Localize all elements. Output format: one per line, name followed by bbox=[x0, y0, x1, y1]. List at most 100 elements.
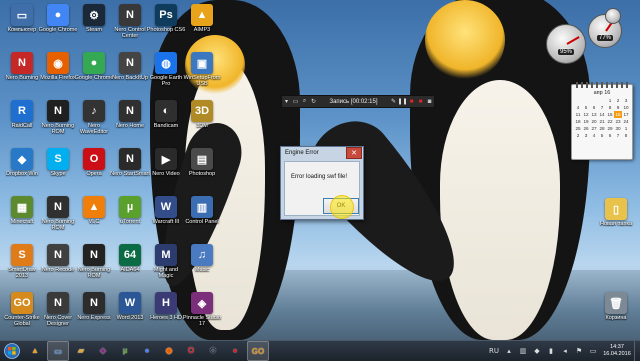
desktop-icon[interactable]: N Nero Burning ROM bbox=[38, 194, 78, 238]
desktop-icon[interactable]: ▲ VLC bbox=[74, 194, 114, 238]
taskbar-app-button[interactable]: ⚙ bbox=[203, 341, 223, 359]
desktop-icon[interactable]: ● Google Chrome bbox=[74, 50, 114, 94]
calendar-day[interactable]: 12 bbox=[582, 111, 590, 118]
calendar-day[interactable]: 17 bbox=[622, 111, 630, 118]
tray-network-icon[interactable]: ▥ bbox=[518, 346, 528, 356]
desktop-icon[interactable]: S SmartDraw 2013 bbox=[2, 242, 42, 286]
taskbar-app-button[interactable]: ◈ bbox=[93, 341, 113, 359]
desktop-icon[interactable]: ▥ Control Panel bbox=[182, 194, 222, 238]
recorder-search-icon[interactable]: ⌕ bbox=[300, 97, 309, 106]
tray-shield-icon[interactable]: ◆ bbox=[532, 346, 542, 356]
recorder-pause-icon[interactable]: ❚❚ bbox=[397, 97, 407, 106]
desktop-icon[interactable]: Ps Photoshop CS6 bbox=[146, 2, 186, 46]
calendar-day[interactable]: 27 bbox=[590, 125, 598, 132]
taskbar-app-button[interactable]: µ bbox=[115, 341, 135, 359]
calendar-day[interactable]: 29 bbox=[606, 125, 614, 132]
calendar-day[interactable]: 26 bbox=[582, 125, 590, 132]
desktop-icon[interactable]: N Nero Control Center bbox=[110, 2, 150, 46]
desktop-icon[interactable]: W Word 2013 bbox=[110, 290, 150, 334]
dialog-titlebar[interactable]: Engine Error ✕ bbox=[281, 147, 363, 159]
calendar-day[interactable]: 18 bbox=[574, 118, 582, 125]
calendar-day[interactable]: 25 bbox=[574, 125, 582, 132]
taskbar-app-button[interactable]: ◉ bbox=[159, 341, 179, 359]
language-indicator[interactable]: RU bbox=[488, 346, 500, 356]
desktop-icon[interactable]: R RaidCall bbox=[2, 98, 42, 142]
calendar-day[interactable]: 19 bbox=[582, 118, 590, 125]
desktop-icon[interactable]: ♫ Music bbox=[182, 242, 222, 286]
start-button[interactable] bbox=[0, 341, 24, 361]
show-desktop-button[interactable] bbox=[634, 341, 640, 361]
desktop-icon[interactable]: GOCounter-Strike Global Offensive bbox=[2, 290, 42, 334]
desktop-icon[interactable]: N Nero Burning ROM bbox=[38, 98, 78, 142]
calendar-day[interactable]: 3 bbox=[582, 132, 590, 139]
calendar-day[interactable]: 14 bbox=[598, 111, 606, 118]
calendar-day[interactable] bbox=[590, 97, 598, 104]
calendar-day[interactable]: 11 bbox=[574, 111, 582, 118]
calendar-day[interactable]: 4 bbox=[590, 132, 598, 139]
dialog-close-button[interactable]: ✕ bbox=[346, 147, 362, 159]
tray-volume-icon[interactable]: ◂ bbox=[560, 346, 570, 356]
recorder-window-icon[interactable]: ▭ bbox=[291, 97, 300, 106]
folder-desktop-icon[interactable]: ▯ Новая папка bbox=[596, 196, 636, 240]
desktop-icon[interactable]: W Warcraft III bbox=[146, 194, 186, 238]
calendar-day[interactable]: 7 bbox=[614, 132, 622, 139]
desktop-icon[interactable]: 3D 3DM bbox=[182, 98, 222, 142]
taskbar-app-button[interactable]: O bbox=[181, 341, 201, 359]
desktop-icon[interactable]: ◉ Mozilla Firefox bbox=[38, 50, 78, 94]
desktop-icon[interactable]: S Skype bbox=[38, 146, 78, 190]
desktop-icon[interactable]: ▭ Компьютер bbox=[2, 2, 42, 46]
tray-arrow-icon[interactable]: ▴ bbox=[504, 346, 514, 356]
desktop-icon[interactable]: 64 AIDA64 bbox=[110, 242, 150, 286]
desktop-icon[interactable]: N Nero Home bbox=[110, 98, 150, 142]
calendar-day[interactable]: 1 bbox=[622, 125, 630, 132]
taskbar-app-button[interactable]: GO bbox=[247, 341, 269, 361]
calendar-day[interactable]: 16 bbox=[614, 111, 622, 118]
recorder-record-icon[interactable]: ■ bbox=[416, 97, 425, 106]
desktop-icon[interactable]: ◈ Pinnacle Studio 17 bbox=[182, 290, 222, 334]
calendar-day[interactable]: 4 bbox=[574, 104, 582, 111]
desktop-icon[interactable]: ◍ Google Earth Pro bbox=[146, 50, 186, 94]
calendar-day[interactable]: 5 bbox=[598, 132, 606, 139]
calendar-day[interactable]: 30 bbox=[614, 125, 622, 132]
calendar-day[interactable]: 6 bbox=[606, 132, 614, 139]
taskbar-clock[interactable]: 14:37 16.04.2016 bbox=[600, 344, 634, 358]
recorder-stop-icon[interactable]: ■ bbox=[407, 97, 416, 106]
taskbar-app-button[interactable]: ▭ bbox=[47, 341, 69, 361]
calendar-day[interactable]: 23 bbox=[614, 118, 622, 125]
desktop-icon[interactable]: ♪ Nero WaveEditor bbox=[74, 98, 114, 142]
calendar-day[interactable]: 9 bbox=[614, 104, 622, 111]
calendar-day[interactable]: 28 bbox=[598, 125, 606, 132]
calendar-day[interactable]: 13 bbox=[590, 111, 598, 118]
recorder-menu-icon[interactable]: ▾ bbox=[282, 97, 291, 106]
calendar-day[interactable]: 5 bbox=[582, 104, 590, 111]
tray-flag-icon[interactable]: ⚑ bbox=[574, 346, 584, 356]
calendar-day[interactable]: 8 bbox=[622, 132, 630, 139]
small-gauge-gadget[interactable] bbox=[605, 8, 621, 24]
calendar-day[interactable]: 22 bbox=[606, 118, 614, 125]
desktop-icon[interactable]: ▤ Photoshop bbox=[182, 146, 222, 190]
desktop-icon[interactable]: M Might and Magic bbox=[146, 242, 186, 286]
calendar-day[interactable] bbox=[598, 97, 606, 104]
desktop-icon[interactable]: N Nero Cover Designer bbox=[38, 290, 78, 334]
desktop-icon[interactable]: ▶ Nero Video bbox=[146, 146, 186, 190]
calendar-day[interactable]: 10 bbox=[622, 104, 630, 111]
calendar-day[interactable]: 24 bbox=[622, 118, 630, 125]
desktop-icon[interactable]: N Nero Burning bbox=[2, 50, 42, 94]
recorder-toolbar[interactable]: ▾ ▭ ⌕ ↻ Запись [00:02:15] ✎ ❚❚ ■ ■ ◙ bbox=[281, 95, 435, 108]
desktop-icon[interactable]: H Heroes 3 HD bbox=[146, 290, 186, 334]
calendar-day[interactable]: 6 bbox=[590, 104, 598, 111]
calendar-day[interactable]: 2 bbox=[614, 97, 622, 104]
desktop-icon[interactable]: O Opera bbox=[74, 146, 114, 190]
taskbar-app-button[interactable]: ▰ bbox=[71, 341, 91, 359]
desktop-icon[interactable]: ▣ WinSetupFromUSB bbox=[182, 50, 222, 94]
tray-power-icon[interactable]: ▮ bbox=[546, 346, 556, 356]
recycle-bin-desktop-icon[interactable]: 🗑 Корзина bbox=[596, 290, 636, 334]
recorder-camera-icon[interactable]: ◙ bbox=[425, 97, 434, 106]
desktop-icon[interactable]: N Nero StartSmart bbox=[110, 146, 150, 190]
desktop-icon[interactable]: µ uTorrent bbox=[110, 194, 150, 238]
calendar-day[interactable]: 2 bbox=[574, 132, 582, 139]
calendar-day[interactable]: 20 bbox=[590, 118, 598, 125]
recorder-refresh-icon[interactable]: ↻ bbox=[309, 97, 318, 106]
tray-monitor-icon[interactable]: ▭ bbox=[588, 346, 598, 356]
calendar-day[interactable]: 21 bbox=[598, 118, 606, 125]
